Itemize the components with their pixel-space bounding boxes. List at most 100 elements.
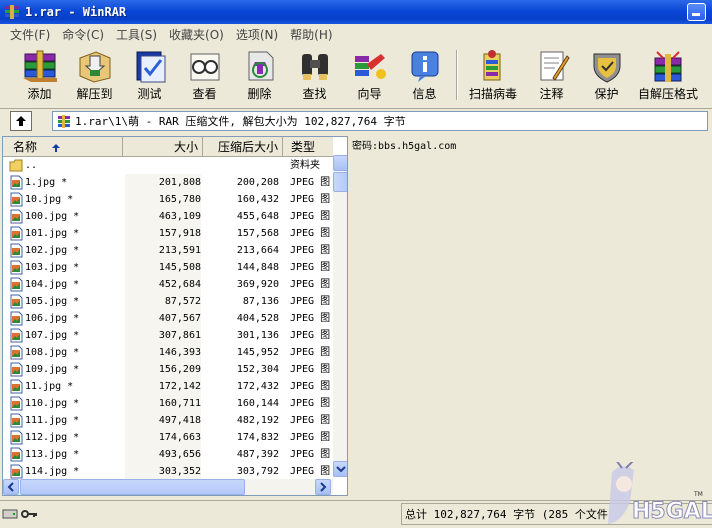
jpeg-file-icon [10,294,23,309]
test-label: 测试 [137,87,162,101]
menu-tools[interactable]: 工具(S) [110,26,163,43]
protect-button[interactable]: 保护 [579,48,634,104]
file-packed-size: 160,432 [236,194,279,205]
file-name: 103.jpg * [25,262,80,273]
mascot-watermark-icon: H5GAL TM [608,462,712,525]
horizontal-scrollbar[interactable] [3,479,333,495]
parent-name: .. [25,160,38,171]
file-type: JPEG 图 [290,466,331,477]
file-row[interactable]: 101.jpg * 157,918 157,568 JPEG 图 [3,225,333,242]
view-button[interactable]: 查看 [177,48,232,104]
file-packed-size: 369,920 [236,279,279,290]
toolbar-separator [456,50,458,100]
wizard-button[interactable]: 向导 [342,48,397,104]
file-row[interactable]: 109.jpg * 156,209 152,304 JPEG 图 [3,361,333,378]
test-icon [136,51,165,83]
jpeg-file-icon [10,328,23,343]
scroll-left-button[interactable] [3,479,19,495]
column-name[interactable]: 名称 [3,137,123,157]
file-row[interactable]: 106.jpg * 407,567 404,528 JPEG 图 [3,310,333,327]
file-row[interactable]: 111.jpg * 497,418 482,192 JPEG 图 [3,412,333,429]
up-folder-button[interactable] [10,110,32,131]
sfx-label: 自解压格式 [637,87,698,101]
sfx-button[interactable]: 自解压格式 [634,48,702,104]
file-row[interactable]: 104.jpg * 452,684 369,920 JPEG 图 [3,276,333,293]
jpeg-file-icon [10,362,23,377]
file-name: 101.jpg * [25,228,80,239]
menu-bar: 文件(F) 命令(C) 工具(S) 收藏夹(O) 选项(N) 帮助(H) [0,24,712,44]
file-size: 201,808 [125,174,201,191]
horizontal-scroll-thumb[interactable] [20,479,245,495]
file-packed-size: 145,952 [236,347,279,358]
file-type: JPEG 图 [290,194,331,205]
parent-folder-row[interactable]: .. 资料夹 [3,157,333,174]
test-button[interactable]: 测试 [122,48,177,104]
file-name: 1.jpg * [25,177,68,188]
file-type: JPEG 图 [290,313,331,324]
add-button[interactable]: 添加 [12,48,67,104]
file-row[interactable]: 10.jpg * 165,780 160,432 JPEG 图 [3,191,333,208]
menu-commands[interactable]: 命令(C) [56,26,110,43]
jpeg-file-icon [10,396,23,411]
file-row[interactable]: 113.jpg * 493,656 487,392 JPEG 图 [3,446,333,463]
menu-favorites[interactable]: 收藏夹(O) [163,26,230,43]
file-row[interactable]: 11.jpg * 172,142 172,432 JPEG 图 [3,378,333,395]
minimize-button[interactable] [687,3,706,21]
delete-recycle-icon [248,51,273,81]
file-size: 463,109 [125,208,201,225]
wizard-label: 向导 [357,87,382,101]
file-name: 114.jpg * [25,466,80,477]
file-row[interactable]: 107.jpg * 307,861 301,136 JPEG 图 [3,327,333,344]
file-row[interactable]: 110.jpg * 160,711 160,144 JPEG 图 [3,395,333,412]
scroll-down-button[interactable] [333,461,347,477]
add-books-icon [22,50,57,82]
file-size: 307,861 [125,327,201,344]
column-name-label: 名称 [13,140,38,154]
extract-to-button[interactable]: 解压到 [67,48,122,104]
file-row[interactable]: 103.jpg * 145,508 144,848 JPEG 图 [3,259,333,276]
file-row[interactable]: 105.jpg * 87,572 87,136 JPEG 图 [3,293,333,310]
vertical-scrollbar[interactable] [333,155,347,477]
path-field[interactable]: 1.rar\1\萌 - RAR 压缩文件, 解包大小为 102,827,764 … [52,111,708,131]
file-row[interactable]: 100.jpg * 463,109 455,648 JPEG 图 [3,208,333,225]
info-button[interactable]: 信息 [397,48,452,104]
svg-text:H5GAL: H5GAL [632,499,712,524]
column-type[interactable]: 类型 [283,137,333,157]
menu-options[interactable]: 选项(N) [230,26,284,43]
file-type: JPEG 图 [290,211,331,222]
scroll-right-button[interactable] [315,479,331,495]
archive-path: 1.rar\1\萌 - RAR 压缩文件, 解包大小为 102,827,764 … [75,115,406,128]
file-type: JPEG 图 [290,432,331,443]
file-size: 145,508 [125,259,201,276]
up-arrow-icon [16,115,26,126]
file-row[interactable]: 114.jpg * 303,352 303,792 JPEG 图 [3,463,333,480]
file-size: 493,656 [125,446,201,463]
parent-type: 资料夹 [290,160,320,171]
archive-comment: 密码:bbs.h5gal.com [352,141,457,152]
file-row[interactable]: 112.jpg * 174,663 174,832 JPEG 图 [3,429,333,446]
comment-button[interactable]: 注释 [524,48,579,104]
file-row[interactable]: 108.jpg * 146,393 145,952 JPEG 图 [3,344,333,361]
file-name: 107.jpg * [25,330,80,341]
delete-button[interactable]: 删除 [232,48,287,104]
view-glasses-icon [190,53,219,81]
add-label: 添加 [27,87,52,101]
file-name: 106.jpg * [25,313,80,324]
file-size: 303,352 [125,463,201,480]
vertical-scroll-thumb[interactable] [333,172,347,192]
virus-scan-button[interactable]: 扫描病毒 [462,48,524,104]
file-name: 102.jpg * [25,245,80,256]
column-header: 名称 大小 压缩后大小 类型 [3,137,333,157]
scroll-up-button[interactable] [333,155,347,171]
file-row[interactable]: 1.jpg * 201,808 200,208 JPEG 图 [3,174,333,191]
file-packed-size: 404,528 [236,313,279,324]
column-size[interactable]: 大小 [123,137,203,157]
jpeg-file-icon [10,260,23,275]
menu-file[interactable]: 文件(F) [4,26,56,43]
file-row[interactable]: 102.jpg * 213,591 213,664 JPEG 图 [3,242,333,259]
column-packed[interactable]: 压缩后大小 [203,137,283,157]
chevron-right-icon [320,482,327,492]
menu-help[interactable]: 帮助(H) [284,26,338,43]
find-button[interactable]: 查找 [287,48,342,104]
comment-label: 注释 [539,87,564,101]
